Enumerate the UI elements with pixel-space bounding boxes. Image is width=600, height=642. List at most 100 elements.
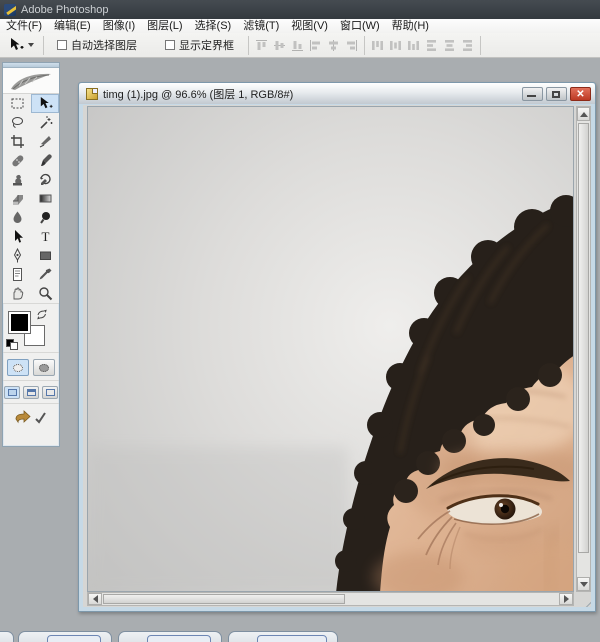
partial-button[interactable] [18, 631, 112, 642]
app-titlebar[interactable]: Adobe Photoshop [0, 0, 600, 19]
align-right-button[interactable] [344, 38, 359, 53]
move-icon [38, 96, 53, 111]
menu-view[interactable]: 视图(V) [285, 19, 334, 33]
checkbox-box[interactable] [57, 40, 67, 50]
magic-wand-tool[interactable] [31, 113, 59, 132]
move-tool[interactable] [31, 94, 59, 113]
rectangular-marquee-tool[interactable] [3, 94, 31, 113]
default-colors-icon[interactable] [6, 339, 19, 350]
eyedropper-icon [38, 267, 53, 282]
foreground-color-swatch[interactable] [8, 311, 31, 334]
scroll-left-button[interactable] [88, 593, 102, 605]
eyedropper-tool[interactable] [31, 265, 59, 284]
close-icon: ✕ [571, 88, 590, 100]
horizontal-scrollbar[interactable] [87, 592, 574, 606]
partial-button[interactable] [228, 631, 338, 642]
fullscreen-with-menubar-button[interactable] [23, 386, 39, 399]
menu-edit[interactable]: 编辑(E) [48, 19, 97, 33]
distribute-right-button[interactable] [460, 38, 475, 53]
crop-tool[interactable] [3, 132, 31, 151]
shape-tool[interactable] [31, 246, 59, 265]
separator [43, 36, 44, 55]
dodge-tool[interactable] [31, 208, 59, 227]
menu-select[interactable]: 选择(S) [189, 19, 238, 33]
vertical-scroll-thumb[interactable] [578, 123, 589, 553]
color-swatches [3, 308, 59, 352]
swap-colors-icon[interactable] [36, 309, 48, 324]
eraser-tool[interactable] [3, 189, 31, 208]
distribute-top-button[interactable] [370, 38, 385, 53]
arrow-right-icon [564, 595, 569, 603]
zoom-tool[interactable] [31, 284, 59, 303]
notes-tool[interactable] [3, 265, 31, 284]
scroll-down-button[interactable] [577, 577, 590, 591]
type-tool[interactable]: T [31, 227, 59, 246]
window-resize-grip[interactable] [578, 594, 591, 607]
clone-stamp-tool[interactable] [3, 170, 31, 189]
minimize-icon [527, 95, 536, 97]
photoshop-feather-logo [3, 68, 59, 94]
menu-filter[interactable]: 滤镜(T) [237, 19, 285, 33]
brush-tool[interactable] [31, 151, 59, 170]
menu-window[interactable]: 窗口(W) [334, 19, 386, 33]
blur-tool[interactable] [3, 208, 31, 227]
menu-layer[interactable]: 图层(L) [141, 19, 188, 33]
pen-tool[interactable] [3, 246, 31, 265]
separator [480, 36, 481, 55]
screen-mode-buttons [3, 383, 59, 403]
distribute-left-button[interactable] [424, 38, 439, 53]
align-left-button[interactable] [308, 38, 323, 53]
history-brush-tool[interactable] [31, 170, 59, 189]
gradient-tool[interactable] [31, 189, 59, 208]
auto-select-layer-checkbox[interactable]: 自动选择图层 [57, 37, 137, 53]
quick-mask-icon [39, 364, 49, 372]
lasso-tool[interactable] [3, 113, 31, 132]
partial-button[interactable] [118, 631, 222, 642]
separator [248, 36, 249, 55]
standard-screen-mode-button[interactable] [4, 386, 20, 399]
align-bottom-button[interactable] [290, 38, 305, 53]
menu-image[interactable]: 图像(I) [97, 19, 141, 33]
checkbox-box[interactable] [165, 40, 175, 50]
show-bounding-box-checkbox[interactable]: 显示定界框 [165, 37, 234, 53]
canvas[interactable] [87, 106, 574, 592]
active-tool-preset[interactable] [0, 37, 38, 53]
pen-icon [10, 248, 25, 263]
distribute-bottom-button[interactable] [406, 38, 421, 53]
healing-brush-tool[interactable] [3, 151, 31, 170]
horizontal-scroll-thumb[interactable] [103, 594, 345, 604]
menu-file[interactable]: 文件(F) [0, 19, 48, 33]
tool-preset-dropdown-arrow[interactable] [28, 43, 34, 47]
menu-help[interactable]: 帮助(H) [386, 19, 435, 33]
gradient-icon [38, 191, 53, 206]
type-icon: T [38, 229, 53, 244]
quick-mask-mode-button[interactable] [33, 359, 55, 376]
fullscreen-mode-button[interactable] [42, 386, 58, 399]
hand-tool[interactable] [3, 284, 31, 303]
maximize-button[interactable] [546, 87, 567, 101]
maximize-icon [552, 91, 560, 98]
scroll-up-button[interactable] [577, 107, 590, 121]
clone-stamp-icon [10, 172, 25, 187]
toolbox-palette: T [2, 62, 60, 447]
partial-button[interactable] [0, 631, 14, 642]
edit-in-imageready-button[interactable] [14, 409, 48, 429]
marquee-icon [10, 96, 25, 111]
document-titlebar[interactable]: timg (1).jpg @ 96.6% (图层 1, RGB/8#) ✕ [79, 83, 595, 104]
vertical-scrollbar[interactable] [576, 106, 591, 592]
align-vertical-center-button[interactable] [272, 38, 287, 53]
slice-tool[interactable] [31, 132, 59, 151]
distribute-horizontal-center-button[interactable] [442, 38, 457, 53]
scroll-right-button[interactable] [559, 593, 573, 605]
distribute-vertical-center-button[interactable] [388, 38, 403, 53]
standard-mode-button[interactable] [7, 359, 29, 376]
arrow-up-icon [580, 112, 588, 117]
photo-man-face [88, 107, 574, 592]
close-button[interactable]: ✕ [570, 87, 591, 101]
minimize-button[interactable] [522, 87, 543, 101]
align-horizontal-center-button[interactable] [326, 38, 341, 53]
align-top-button[interactable] [254, 38, 269, 53]
fullscreen-icon [46, 389, 55, 396]
path-selection-tool[interactable] [3, 227, 31, 246]
fullscreen-menubar-icon [27, 389, 36, 396]
